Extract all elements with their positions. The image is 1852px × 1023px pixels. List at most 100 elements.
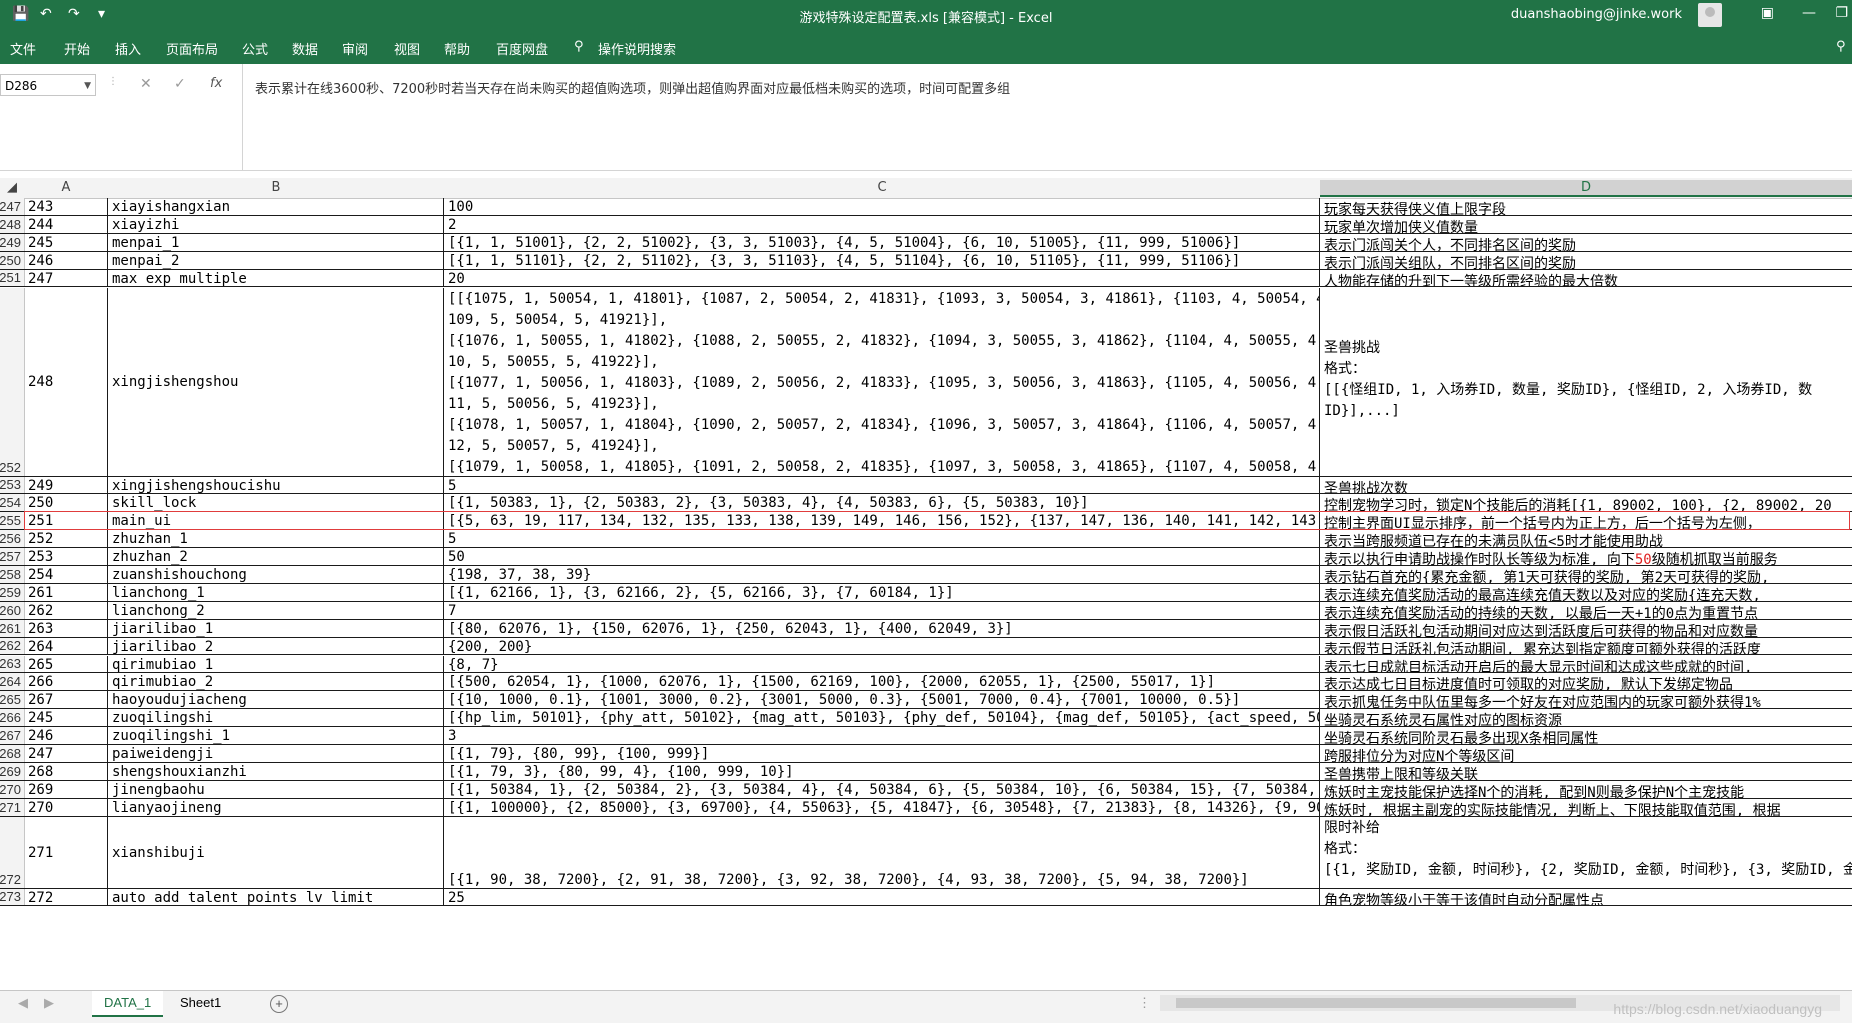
row-header[interactable]: 266 — [0, 709, 25, 727]
cell-d[interactable]: 圣兽挑战 格式： [[{怪组ID, 1, 入场券ID, 数量, 奖励ID}, {怪组… — [1320, 288, 1852, 476]
row-header[interactable]: 256 — [0, 530, 25, 548]
cell-a[interactable]: 252 — [24, 530, 108, 548]
row-header[interactable]: 260 — [0, 601, 25, 619]
row-header[interactable]: 263 — [0, 655, 25, 673]
row-header[interactable]: 267 — [0, 727, 25, 744]
row-header[interactable]: 248 — [0, 215, 25, 233]
cell-b[interactable]: zhuzhan_1 — [108, 530, 444, 548]
cell-a[interactable]: 254 — [24, 566, 108, 583]
cell-c[interactable]: 20 — [444, 269, 1320, 287]
cell-d[interactable]: 限时补给 格式： [{1, 奖励ID, 金额, 时间秒}, {2, 奖励ID, 金额… — [1320, 817, 1852, 888]
row-header[interactable]: 255 — [0, 512, 25, 530]
cell-c[interactable]: [{1, 1, 51101}, {2, 2, 51102}, {3, 3, 51… — [444, 251, 1320, 269]
tab-review[interactable]: 审阅 — [342, 39, 368, 58]
cell-b[interactable]: shengshouxianzhi — [108, 762, 444, 780]
cell-b[interactable]: lianyaojineng — [108, 798, 444, 816]
cell-c[interactable]: 3 — [444, 727, 1320, 744]
cell-d[interactable]: 玩家每天获得侠义值上限字段 — [1320, 198, 1852, 215]
cell-c[interactable]: 100 — [444, 198, 1320, 215]
tell-me-search[interactable]: 操作说明搜索 — [598, 39, 676, 58]
tab-page-layout[interactable]: 页面布局 — [166, 39, 218, 58]
cell-c[interactable]: [{1, 1, 51001}, {2, 2, 51002}, {3, 3, 51… — [444, 233, 1320, 251]
cell-b[interactable]: main_ui — [108, 512, 444, 530]
scroll-left-icon[interactable]: ◀ — [18, 995, 28, 1011]
row-header[interactable]: 272 — [0, 816, 25, 888]
cell-d[interactable]: 玩家单次增加侠义值数量 — [1320, 216, 1852, 233]
sheet-tab-sheet1[interactable]: Sheet1 — [168, 991, 233, 1015]
cell-b[interactable]: auto_add_talent_points_lv_limit — [108, 888, 444, 906]
cell-a[interactable]: 246 — [24, 727, 108, 744]
formula-input[interactable]: 表示累计在线3600秒、7200秒时若当天存在尚未购买的超值购选项，则弹出超值购… — [242, 64, 1852, 170]
cell-b[interactable]: xianshibuji — [108, 816, 444, 888]
cell-b[interactable]: jinengbaohu — [108, 780, 444, 798]
row-header[interactable]: 268 — [0, 745, 25, 762]
row-header[interactable]: 258 — [0, 566, 25, 583]
cell-c[interactable]: 50 — [444, 548, 1320, 565]
cell-d[interactable]: 坐骑灵石系统同阶灵石最多出现X条相同属性 — [1320, 727, 1852, 744]
cell-a[interactable]: 268 — [24, 762, 108, 780]
column-header-b[interactable]: B — [108, 180, 444, 195]
cell-a[interactable]: 243 — [24, 198, 108, 215]
row-header[interactable]: 254 — [0, 494, 25, 512]
cell-d[interactable]: 炼妖时, 根据主副宠的实际技能情况, 判断上、下限技能取值范围, 根据 — [1320, 799, 1852, 816]
cell-c[interactable]: {8, 7} — [444, 655, 1320, 673]
row-header[interactable]: 251 — [0, 269, 25, 287]
column-header-d[interactable]: D — [1320, 180, 1852, 197]
minimize-icon[interactable]: — — [1802, 5, 1816, 21]
row-header[interactable]: 247 — [0, 198, 25, 215]
cell-c[interactable]: [{80, 62076, 1}, {150, 62076, 1}, {250, … — [444, 619, 1320, 637]
cell-a[interactable]: 271 — [24, 816, 108, 888]
avatar[interactable] — [1698, 3, 1722, 27]
tab-data[interactable]: 数据 — [292, 39, 318, 58]
cell-b[interactable]: jiarilibao_1 — [108, 619, 444, 637]
cell-a[interactable]: 269 — [24, 780, 108, 798]
tab-home[interactable]: 开始 — [64, 39, 90, 58]
scrollbar-thumb[interactable] — [1176, 998, 1576, 1008]
enter-icon[interactable]: ✓ — [174, 76, 186, 92]
cell-b[interactable]: xingjishengshou — [108, 287, 444, 476]
cell-b[interactable]: jiarilibao_2 — [108, 637, 444, 655]
cell-b[interactable]: zhuzhan_2 — [108, 548, 444, 565]
row-header[interactable]: 262 — [0, 637, 25, 655]
chevron-down-icon[interactable]: ▼ — [84, 75, 91, 97]
cell-a[interactable]: 246 — [24, 251, 108, 269]
cell-b[interactable]: lianchong_1 — [108, 583, 444, 601]
cell-d[interactable]: 表示抓鬼任务中队伍里每多一个好友在对应范围内的玩家可额外获得1% — [1320, 691, 1852, 708]
cell-b[interactable]: zuoqilingshi — [108, 709, 444, 727]
tab-file[interactable]: 文件 — [10, 39, 36, 58]
cell-b[interactable]: qirimubiao_2 — [108, 673, 444, 691]
cell-a[interactable]: 263 — [24, 619, 108, 637]
row-header[interactable]: 259 — [0, 583, 25, 601]
sheet-tab-data1[interactable]: DATA_1 — [92, 991, 164, 1017]
cell-d[interactable]: 炼妖时主宠技能保护选择N个的消耗, 配到N则最多保护N个主宠技能 — [1320, 781, 1852, 798]
cell-a[interactable]: 250 — [24, 494, 108, 512]
cell-c[interactable]: 2 — [444, 215, 1320, 233]
cell-b[interactable]: zuanshishouchong — [108, 566, 444, 583]
cell-d[interactable]: 控制宠物学习时，锁定N个技能后的消耗[{1, 89002, 100}, {2, … — [1320, 494, 1852, 511]
cell-a[interactable]: 245 — [24, 709, 108, 727]
cell-a[interactable]: 247 — [24, 745, 108, 762]
cell-d[interactable]: 表示达成七日目标进度值时可领取的对应奖励, 默认下发绑定物品 — [1320, 673, 1852, 690]
cell-c[interactable]: [{1, 79, 3}, {80, 99, 4}, {100, 999, 10}… — [444, 762, 1320, 780]
row-header[interactable]: 270 — [0, 780, 25, 798]
row-header[interactable]: 249 — [0, 233, 25, 251]
cell-a[interactable]: 264 — [24, 637, 108, 655]
tab-formulas[interactable]: 公式 — [242, 39, 268, 58]
cell-b[interactable]: paiweidengji — [108, 745, 444, 762]
column-header-c[interactable]: C — [444, 180, 1320, 195]
cell-a[interactable]: 267 — [24, 691, 108, 709]
cell-a[interactable]: 253 — [24, 548, 108, 565]
cell-a[interactable]: 261 — [24, 583, 108, 601]
cell-c[interactable]: [[{1075, 1, 50054, 1, 41801}, {1087, 2, … — [444, 287, 1320, 476]
name-box[interactable]: D286 ▼ — [0, 74, 96, 96]
row-header[interactable]: 250 — [0, 251, 25, 269]
ribbon-display-options-icon[interactable]: ▣ — [1761, 5, 1774, 21]
cell-b[interactable]: lianchong_2 — [108, 601, 444, 619]
cell-a[interactable]: 245 — [24, 233, 108, 251]
cell-d[interactable]: 表示钻石首充的{累充金额, 第1天可获得的奖励, 第2天可获得的奖励, — [1320, 566, 1852, 583]
cell-a[interactable]: 270 — [24, 798, 108, 816]
cell-d[interactable]: 圣兽携带上限和等级关联 — [1320, 763, 1852, 780]
cell-c[interactable]: [{hp_lim, 50101}, {phy_att, 50102}, {mag… — [444, 709, 1320, 727]
cell-d[interactable]: 表示以执行申请助战操作时队长等级为标准, 向下50级随机抓取当前服务 — [1320, 548, 1852, 565]
cell-a[interactable]: 249 — [24, 476, 108, 494]
